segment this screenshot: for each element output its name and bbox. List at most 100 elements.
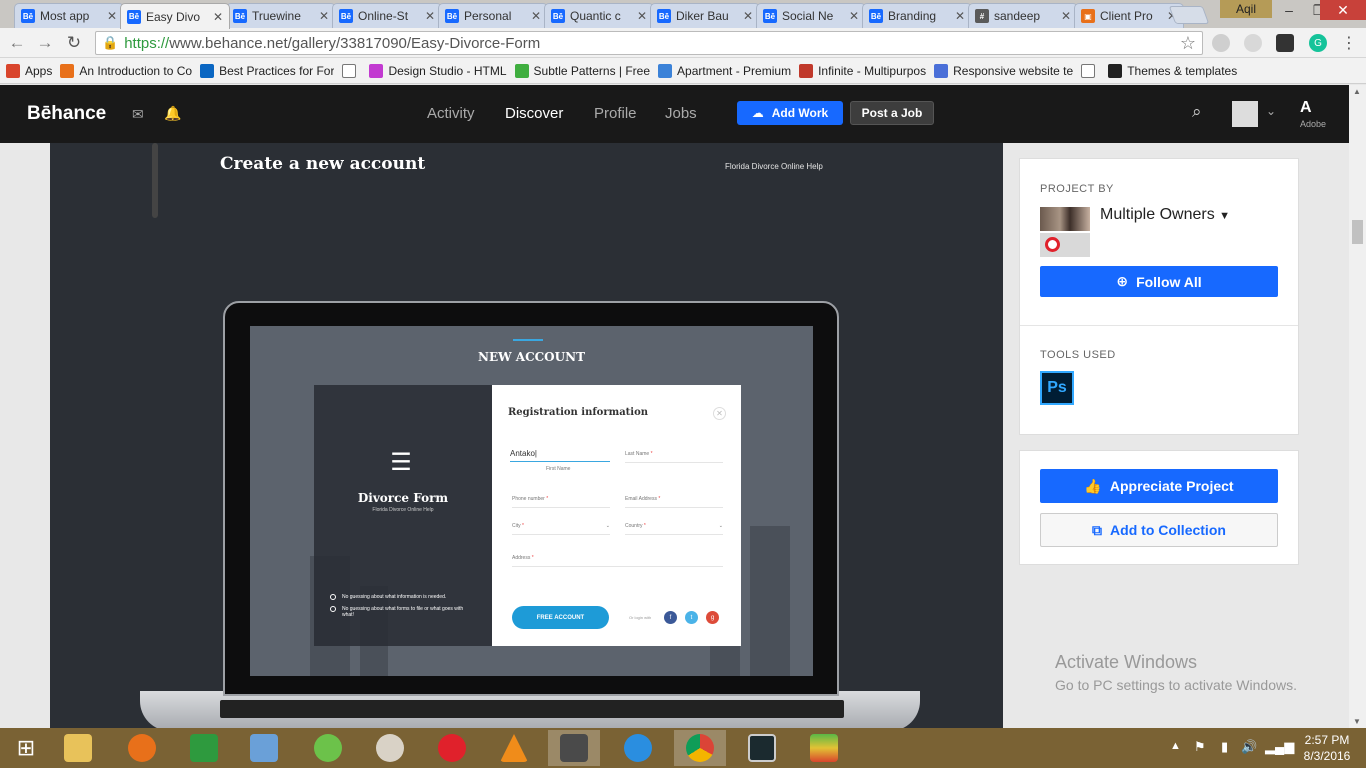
owners-dropdown[interactable]: Multiple Owners ▼	[1100, 206, 1230, 224]
forward-icon[interactable]: →	[34, 32, 56, 54]
browser-tab[interactable]: Bē Diker Bau ✕	[650, 3, 760, 28]
tray-chevron-icon[interactable]: ▲	[1170, 740, 1181, 752]
add-work-button[interactable]: ☁ Add Work	[737, 101, 843, 125]
browser-tab[interactable]: Bē Easy Divo ✕	[120, 3, 230, 29]
nav-discover[interactable]: Discover	[505, 105, 563, 122]
behance-logo[interactable]: Bēhance	[27, 103, 106, 125]
appreciate-project-button[interactable]: 👍 Appreciate Project	[1040, 469, 1278, 503]
tab-close-icon[interactable]: ✕	[1061, 9, 1071, 23]
windows-start-icon[interactable]: ⊞	[0, 730, 52, 766]
browser-tab[interactable]: # sandeep ✕	[968, 3, 1078, 28]
photoshop-icon[interactable]: Ps	[1040, 371, 1074, 405]
bookmark-item[interactable]: Infinite - Multipurpos	[799, 63, 926, 78]
reload-icon[interactable]: ↻	[63, 32, 85, 54]
tab-close-icon[interactable]: ✕	[955, 9, 965, 23]
adobe-logo-icon[interactable]: A	[1300, 99, 1312, 117]
app-icon[interactable]	[302, 730, 354, 766]
address-field[interactable]: Address *	[512, 555, 723, 567]
opera-icon[interactable]	[426, 730, 478, 766]
scroll-up-icon[interactable]: ▲	[1353, 87, 1361, 96]
minimize-button[interactable]: –	[1274, 0, 1304, 20]
bell-icon[interactable]: 🔔	[164, 105, 181, 122]
window-close-button[interactable]: ✕	[1320, 0, 1366, 20]
tab-close-icon[interactable]: ✕	[213, 10, 223, 24]
browser-tab[interactable]: Bē Branding ✕	[862, 3, 972, 28]
scrollbar-thumb[interactable]	[1352, 220, 1363, 244]
bookmark-item[interactable]: Apps	[6, 63, 52, 78]
browser-tab[interactable]: Bē Personal ✕	[438, 3, 548, 28]
extension-icon[interactable]	[1212, 34, 1230, 52]
phone-field[interactable]: Phone number *	[512, 496, 610, 508]
bookmark-item[interactable]	[342, 63, 361, 78]
nav-profile[interactable]: Profile	[594, 105, 637, 122]
menu-icon[interactable]: ⋮	[1340, 34, 1358, 52]
browser-tab[interactable]: Bē Online-St ✕	[332, 3, 442, 28]
bluestacks-icon[interactable]	[798, 730, 850, 766]
mail-icon[interactable]: ✉	[132, 106, 144, 123]
store-icon[interactable]	[178, 730, 230, 766]
bookmark-item[interactable]: Responsive website te	[934, 63, 1073, 78]
new-tab-button[interactable]	[1168, 6, 1210, 24]
volume-icon[interactable]: 🔊	[1241, 739, 1257, 755]
bookmark-star-icon[interactable]: ☆	[1180, 33, 1196, 54]
tab-close-icon[interactable]: ✕	[743, 9, 753, 23]
app-icon[interactable]	[364, 730, 416, 766]
free-account-button[interactable]: FREE ACCOUNT	[512, 606, 609, 629]
browser-tab[interactable]: Bē Quantic c ✕	[544, 3, 654, 28]
browser-tab[interactable]: ▣Client Pro✕	[1074, 3, 1184, 28]
scroll-down-icon[interactable]: ▼	[1353, 717, 1361, 726]
mail-client-icon[interactable]	[238, 730, 290, 766]
internet-explorer-icon[interactable]	[612, 730, 664, 766]
first-name-field[interactable]: Antako|	[510, 449, 610, 462]
post-job-button[interactable]: Post a Job	[850, 101, 934, 125]
editor-icon[interactable]	[736, 730, 788, 766]
last-name-field[interactable]: Last Name *	[625, 451, 723, 463]
bookmark-item[interactable]: An Introduction to Co	[60, 63, 192, 78]
page-scrollbar[interactable]: ▲ ▼	[1349, 85, 1366, 728]
file-explorer-icon[interactable]	[52, 730, 104, 766]
add-to-collection-button[interactable]: ⧉ Add to Collection	[1040, 513, 1278, 547]
twitter-icon[interactable]: t	[685, 611, 698, 624]
bookmark-item[interactable]: Themes & templates	[1108, 63, 1237, 78]
city-select[interactable]: City * ⌄	[512, 523, 610, 535]
chevron-down-icon[interactable]: ⌄	[1266, 104, 1276, 118]
tab-close-icon[interactable]: ✕	[531, 9, 541, 23]
tab-close-icon[interactable]: ✕	[425, 9, 435, 23]
vlc-icon[interactable]	[488, 730, 540, 766]
facebook-icon[interactable]: f	[664, 611, 677, 624]
bookmark-item[interactable]: Apartment - Premium	[658, 63, 791, 78]
nav-jobs[interactable]: Jobs	[665, 105, 697, 122]
owner-avatar[interactable]	[1040, 207, 1090, 231]
profile-badge[interactable]: Aqil	[1220, 0, 1272, 18]
flag-icon[interactable]: ⚑	[1194, 739, 1206, 755]
address-bar[interactable]: 🔒 https:// www.behance.net/gallery/33817…	[95, 31, 1203, 55]
grammarly-icon[interactable]: G	[1309, 34, 1327, 52]
firefox-icon[interactable]	[116, 730, 168, 766]
tab-close-icon[interactable]: ✕	[319, 9, 329, 23]
google-plus-icon[interactable]: g	[706, 611, 719, 624]
country-select[interactable]: Country * ⌄	[625, 523, 723, 535]
battery-icon[interactable]: ▮	[1221, 739, 1228, 755]
browser-tab[interactable]: Bē Social Ne ✕	[756, 3, 866, 28]
extension-icon[interactable]	[1244, 34, 1262, 52]
tab-close-icon[interactable]: ✕	[849, 9, 859, 23]
bookmark-item[interactable]: Best Practices for For	[200, 63, 334, 78]
tab-close-icon[interactable]: ✕	[637, 9, 647, 23]
nav-activity[interactable]: Activity	[427, 105, 475, 122]
sublime-text-icon[interactable]	[548, 730, 600, 766]
bookmark-item[interactable]	[1081, 63, 1100, 78]
chrome-icon[interactable]	[674, 730, 726, 766]
tab-close-icon[interactable]: ✕	[107, 9, 117, 23]
close-icon[interactable]: ✕	[713, 407, 726, 420]
email-field[interactable]: Email Address *	[625, 496, 723, 508]
owner-avatar[interactable]	[1040, 233, 1090, 257]
browser-tab[interactable]: Bē Truewine ✕	[226, 3, 336, 28]
back-icon[interactable]: ←	[6, 32, 28, 54]
bookmark-item[interactable]: Subtle Patterns | Free	[514, 63, 650, 78]
extension-icon[interactable]	[1276, 34, 1294, 52]
follow-all-button[interactable]: ⊕ Follow All	[1040, 266, 1278, 297]
avatar[interactable]	[1232, 101, 1258, 127]
search-icon[interactable]: ⌕	[1192, 102, 1202, 122]
bookmark-item[interactable]: Design Studio - HTML	[369, 63, 507, 78]
system-clock[interactable]: 2:57 PM 8/3/2016	[1288, 732, 1366, 764]
